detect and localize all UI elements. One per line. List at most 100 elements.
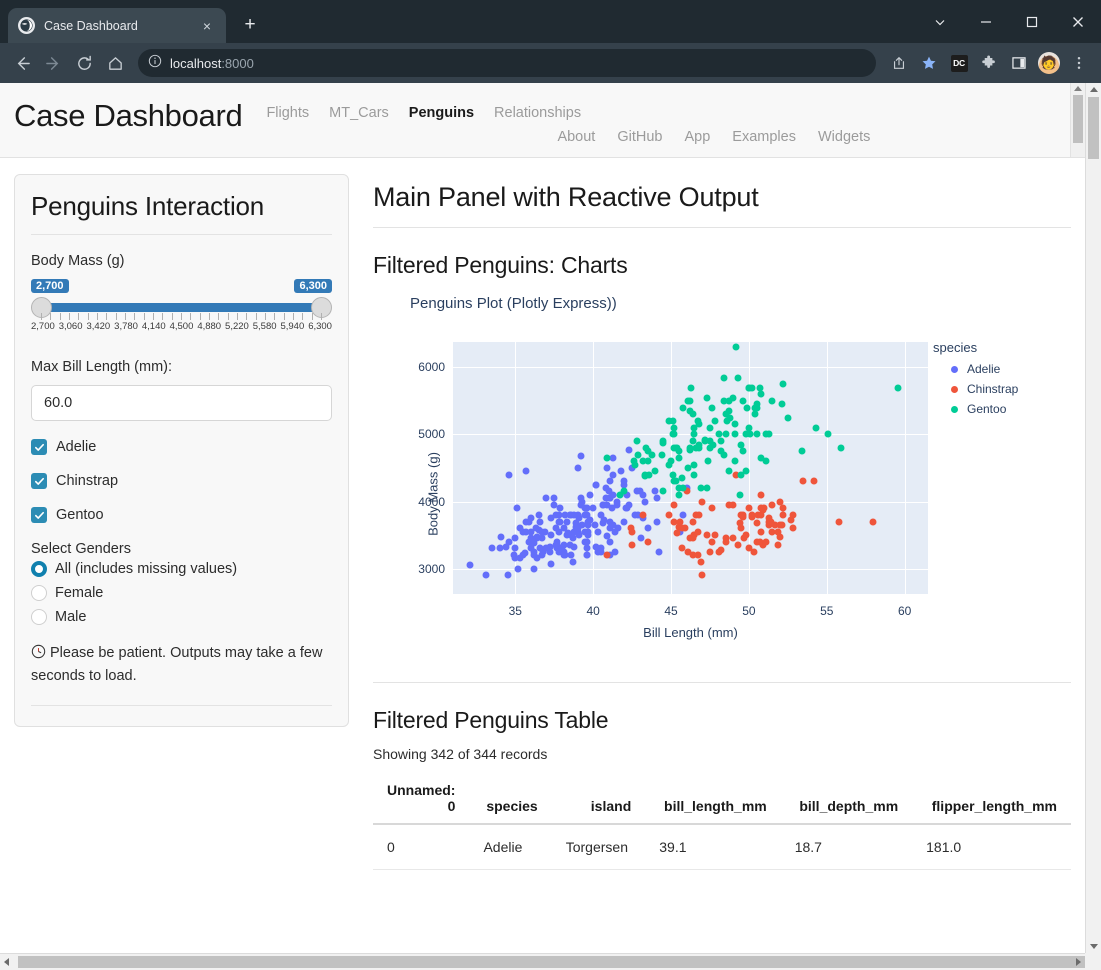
scatter-point-adelie [617,467,625,475]
site-brand[interactable]: Case Dashboard [14,83,243,134]
scatter-point-gentoo [711,417,719,425]
patience-notice: Please be patient. Outputs may take a fe… [31,643,332,707]
home-icon[interactable] [101,49,129,77]
legend-item-adelie[interactable]: Adelie [951,362,1053,376]
vertical-scrollbar-thumb[interactable] [1088,97,1099,159]
scroll-right-icon[interactable] [1076,958,1081,966]
scatter-point-gentoo [679,404,687,412]
browser-tab[interactable]: Case Dashboard × [8,8,226,43]
scroll-up-icon[interactable] [1074,86,1082,91]
window-controls [917,0,1101,43]
url-port: :8000 [221,55,254,71]
scatter-point-gentoo [731,420,739,428]
extension-dc-icon[interactable]: DC [945,49,973,77]
scatter-point-adelie [584,519,592,527]
checkbox-gentoo[interactable] [31,507,47,523]
share-icon[interactable] [885,49,913,77]
legend-item-gentoo[interactable]: Gentoo [951,402,1053,416]
chevron-down-icon[interactable] [917,0,963,43]
avatar[interactable]: 🧑 [1035,49,1063,77]
radio-row-male[interactable]: Male [31,609,332,625]
gridline-vertical [748,342,750,594]
scatter-point-adelie [592,543,600,551]
th-island[interactable]: island [551,776,646,825]
radio-row-all[interactable]: All (includes missing values) [31,561,332,577]
scatter-point-gentoo [734,374,742,382]
side-panel-icon[interactable] [1005,49,1033,77]
scatter-point-chinstrap [736,519,744,527]
plot-title: Penguins Plot (Plotly Express)) [410,295,617,312]
legend-item-chinstrap[interactable]: Chinstrap [951,382,1053,396]
radio-all[interactable] [31,561,47,577]
nav-link-relationships[interactable]: Relationships [494,105,581,121]
th-bill-depth[interactable]: bill_depth_mm [780,776,913,825]
max-bill-length-input[interactable] [31,385,332,421]
forward-icon[interactable] [39,49,67,77]
page-horizontal-scrollbar[interactable] [0,953,1098,970]
page-vertical-scrollbar[interactable] [1085,83,1101,953]
checkbox-chinstrap[interactable] [31,473,47,489]
nav-link-app[interactable]: App [684,129,710,145]
scatter-point-adelie [563,518,571,526]
window-close-icon[interactable] [1055,0,1101,43]
scatter-point-adelie [594,528,602,536]
slider-tick-label: 5,220 [225,321,249,332]
scroll-left-icon[interactable] [4,958,9,966]
nav-link-mt-cars[interactable]: MT_Cars [329,105,389,121]
close-icon[interactable]: × [198,17,216,35]
scroll-up-icon[interactable] [1089,87,1098,92]
nav-link-widgets[interactable]: Widgets [818,129,870,145]
slider-track[interactable] [41,303,322,312]
navbar-scrollbar[interactable] [1070,83,1085,157]
maximize-icon[interactable] [1009,0,1055,43]
body-mass-slider[interactable]: 2,700 6,300 2,700 3,060 3,420 3,780 4,140 4,5… [31,279,332,341]
scatter-point-adelie [611,548,619,556]
penguins-scatter-plot[interactable]: Body Mass (g) 3000 4000 5000 6000 35 40 45 50 55… [373,334,1071,654]
nav-link-penguins[interactable]: Penguins [409,105,474,121]
scatter-point-adelie [536,518,544,526]
checkbox-row-gentoo[interactable]: Gentoo [31,507,332,523]
nav-link-github[interactable]: GitHub [617,129,662,145]
y-tick-label: 3000 [418,561,445,576]
plot-drawing-area[interactable]: 3000 4000 5000 6000 35 40 45 50 55 60 [418,342,928,618]
th-flipper-length[interactable]: flipper_length_mm [912,776,1071,825]
legend-dot-gentoo [951,405,958,413]
radio-female[interactable] [31,585,47,601]
back-icon[interactable] [8,49,36,77]
table-header-row: Unnamed: 0 species island bill_length_mm… [373,776,1071,825]
radio-row-female[interactable]: Female [31,585,332,601]
bookmark-star-icon[interactable] [915,49,943,77]
y-tick-label: 4000 [418,494,445,509]
nav-link-examples[interactable]: Examples [732,129,796,145]
scroll-down-icon[interactable] [1089,944,1098,949]
scatter-point-gentoo [731,457,739,465]
address-bar[interactable]: localhost:8000 [138,49,876,77]
scatter-point-adelie [613,498,621,505]
scatter-point-gentoo [687,384,695,392]
nav-link-about[interactable]: About [557,129,595,145]
navbar-scrollbar-thumb[interactable] [1073,95,1083,143]
cell-flipper-length: 181.0 [912,824,1071,870]
checkbox-row-adelie[interactable]: Adelie [27,435,332,459]
scatter-point-adelie [599,501,606,509]
radio-male[interactable] [31,609,47,625]
scatter-point-gentoo [736,491,744,499]
scatter-point-adelie [620,477,628,485]
th-bill-length[interactable]: bill_length_mm [645,776,781,825]
new-tab-button[interactable]: + [236,11,264,39]
horizontal-scrollbar-thumb[interactable] [18,956,1098,968]
th-unnamed[interactable]: Unnamed: 0 [373,776,470,825]
scatter-point-chinstrap [708,504,716,512]
scatter-point-adelie [550,494,558,502]
extensions-puzzle-icon[interactable] [975,49,1003,77]
reload-icon[interactable] [70,49,98,77]
legend-title: species [933,340,978,355]
minimize-icon[interactable] [963,0,1009,43]
gender-group-label: Select Genders [31,541,131,557]
nav-link-flights[interactable]: Flights [266,105,309,121]
th-species[interactable]: species [469,776,552,825]
checkbox-row-chinstrap[interactable]: Chinstrap [31,473,332,489]
menu-kebab-icon[interactable] [1065,49,1093,77]
scatter-point-adelie [625,501,633,509]
checkbox-adelie[interactable] [27,435,51,459]
